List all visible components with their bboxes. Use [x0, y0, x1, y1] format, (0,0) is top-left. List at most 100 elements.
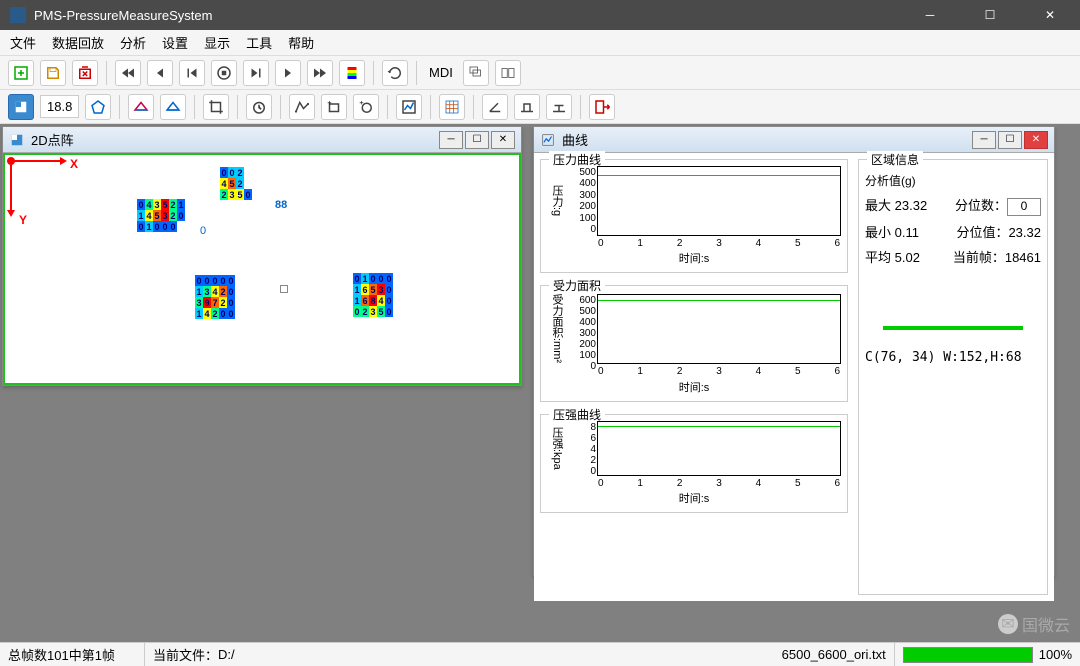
rewind-button[interactable] [115, 60, 141, 86]
quantile-value-label: 分位值： [956, 225, 1008, 240]
window-curve-titlebar[interactable]: 曲线 ─ ☐ ✕ [534, 127, 1054, 153]
menu-file[interactable]: 文件 [10, 33, 36, 52]
avg-value: 5.02 [895, 250, 920, 265]
menu-display[interactable]: 显示 [204, 33, 230, 52]
analysis-label: 分析值(g) [865, 172, 1041, 189]
pressure-yticks: 5004003002001000 [570, 167, 596, 235]
window-curve-close[interactable]: ✕ [1024, 131, 1048, 149]
area-chart[interactable]: 6005004003002001000 0123456 [597, 294, 841, 364]
add-rect-button[interactable]: + [321, 94, 347, 120]
stress-xticks: 0123456 [598, 478, 840, 489]
menu-help[interactable]: 帮助 [288, 33, 314, 52]
stress-ylabel: 压强:kpa [547, 425, 567, 472]
window-curve-maximize[interactable]: ☐ [998, 131, 1022, 149]
polygon-button[interactable] [85, 94, 111, 120]
baseline-a-button[interactable] [514, 94, 540, 120]
stress-chart[interactable]: 86420 0123456 [597, 421, 841, 476]
coord-readout: C(76, 34) W:152,H:68 [865, 350, 1041, 365]
window-2d-titlebar[interactable]: 2D点阵 ─ ☐ ✕ [3, 127, 521, 153]
stress-chart-group: 压强曲线 压强:kpa 86420 0123456 时间:s [540, 414, 848, 513]
play-button[interactable] [275, 60, 301, 86]
refresh-button[interactable] [382, 60, 408, 86]
pressure-chart[interactable]: 5004003002001000 0123456 [597, 166, 841, 236]
edit-path-button[interactable] [289, 94, 315, 120]
mdi-label: MDI [425, 65, 457, 80]
stress-xlabel: 时间:s [547, 490, 841, 506]
step-back-button[interactable] [147, 60, 173, 86]
info-indicator-bar [883, 326, 1024, 330]
status-frames: 总帧数101中第1帧 [0, 643, 145, 666]
progress-value: 100% [1039, 647, 1072, 662]
progress-bar [903, 647, 1033, 663]
angle-button[interactable] [482, 94, 508, 120]
window-curve-minimize[interactable]: ─ [972, 131, 996, 149]
add-circle-button[interactable]: + [353, 94, 379, 120]
close-button[interactable]: ✕ [1030, 0, 1070, 30]
min-value: 0.11 [895, 225, 919, 240]
chart-icon [540, 132, 556, 148]
wechat-icon: ✉ [998, 614, 1018, 634]
watermark-text: 国微云 [1022, 612, 1070, 636]
view2d-button[interactable] [8, 94, 34, 120]
quantile-spinner[interactable]: 0 [1007, 198, 1041, 216]
crop-button[interactable] [203, 94, 229, 120]
pressure-ylabel: 压力:g [547, 183, 567, 218]
frame-value: 18461 [1005, 250, 1041, 265]
status-file-suffix: 6500_6600_ori.txt [782, 647, 886, 662]
stress-yticks: 86420 [570, 422, 596, 475]
toolbar-analysis: 18.8 + + [0, 90, 1080, 124]
window-2d-close[interactable]: ✕ [491, 131, 515, 149]
window-2d-minimize[interactable]: ─ [439, 131, 463, 149]
quantile-value: 23.32 [1008, 225, 1041, 240]
baseline-b-button[interactable] [546, 94, 572, 120]
plot-2d[interactable]: X Y 002 452 2350 88 043521 145320 01000 … [3, 153, 521, 385]
axis-x-label: X [70, 157, 78, 171]
3d-view-b-button[interactable] [160, 94, 186, 120]
menu-tools[interactable]: 工具 [246, 33, 272, 52]
region-info-panel: 区域信息 分析值(g) 最大 23.32 分位数：0 最小 0.11 分位值：2… [858, 159, 1048, 595]
heat-region-4: 01000 16530 16840 02350 [353, 273, 393, 317]
toolbar-main: MDI [0, 56, 1080, 90]
app-icon [10, 7, 26, 23]
window-curve-body: 压力曲线 压力:g 5004003002001000 0123456 时间:s [534, 153, 1054, 601]
window-title: PMS-PressureMeasureSystem [34, 8, 910, 23]
menu-analysis[interactable]: 分析 [120, 33, 146, 52]
heat-region-3: 00000 13420 39720 14200 [195, 275, 235, 319]
titlebar: PMS-PressureMeasureSystem ─ ☐ ✕ [0, 0, 1080, 30]
status-file-label: 当前文件： [153, 645, 218, 664]
grid-button[interactable] [439, 94, 465, 120]
fast-forward-button[interactable] [307, 60, 333, 86]
timer-button[interactable] [246, 94, 272, 120]
max-value: 23.32 [895, 198, 928, 213]
menubar: 文件 数据回放 分析 设置 显示 工具 帮助 [0, 30, 1080, 56]
tile-windows-button[interactable] [495, 60, 521, 86]
delete-button[interactable] [72, 60, 98, 86]
save-button[interactable] [40, 60, 66, 86]
window-curve-title: 曲线 [562, 130, 972, 149]
3d-view-a-button[interactable] [128, 94, 154, 120]
export-button[interactable] [589, 94, 615, 120]
cursor-marker [280, 285, 288, 293]
avg-label: 平均 [865, 250, 891, 265]
minimize-button[interactable]: ─ [910, 0, 950, 30]
cascade-windows-button[interactable] [463, 60, 489, 86]
menu-playback[interactable]: 数据回放 [52, 33, 104, 52]
area-chart-title: 受力面积 [549, 277, 605, 294]
area-yticks: 6005004003002001000 [570, 295, 596, 363]
menu-settings[interactable]: 设置 [162, 33, 188, 52]
value-display: 18.8 [40, 95, 79, 118]
pressure-xticks: 0123456 [598, 238, 840, 249]
maximize-button[interactable]: ☐ [970, 0, 1010, 30]
skip-start-button[interactable] [179, 60, 205, 86]
new-button[interactable] [8, 60, 34, 86]
chart-button[interactable] [396, 94, 422, 120]
status-file-path: D:/ [218, 647, 235, 662]
heat-region-2: 043521 145320 01000 [137, 199, 185, 232]
window-curve: 曲线 ─ ☐ ✕ 压力曲线 压力:g 5004003002001000 [533, 126, 1055, 576]
colormap-button[interactable] [339, 60, 365, 86]
area-xticks: 0123456 [598, 366, 840, 377]
stop-button[interactable] [211, 60, 237, 86]
max-label: 最大 [865, 198, 891, 213]
window-2d-maximize[interactable]: ☐ [465, 131, 489, 149]
skip-end-button[interactable] [243, 60, 269, 86]
